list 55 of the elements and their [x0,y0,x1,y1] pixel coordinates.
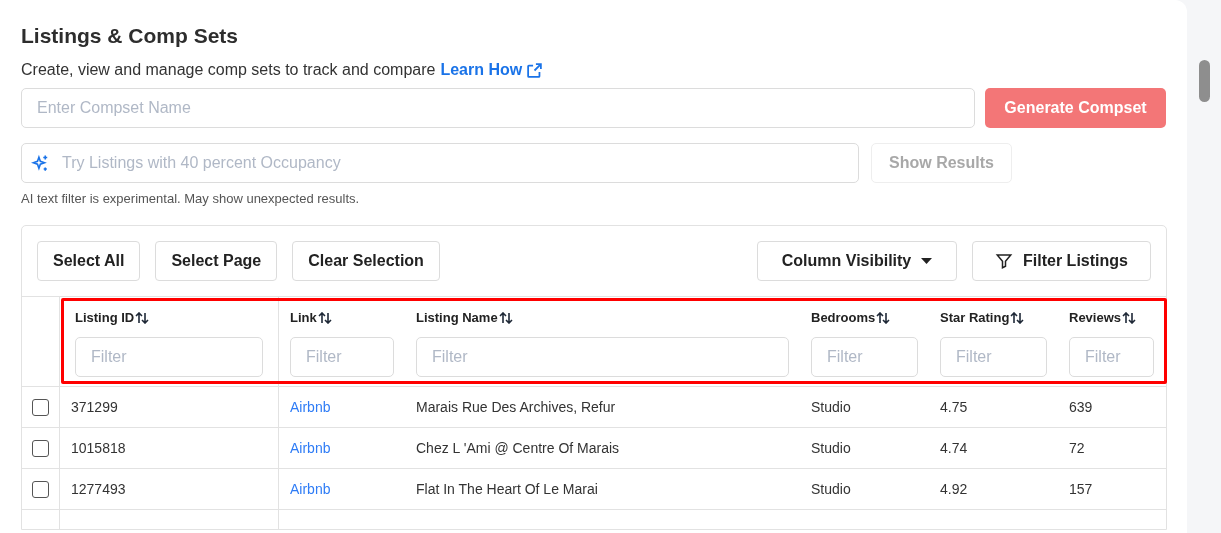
listing-link[interactable]: Airbnb [290,478,331,500]
sort-icon[interactable] [498,312,513,324]
table-cell-text: Studio [811,438,851,458]
row-checkbox[interactable] [32,439,49,457]
table-cell-text: 639 [1069,397,1093,417]
listing-link[interactable]: Airbnb [290,396,331,418]
sort-icon[interactable] [317,312,332,324]
column-filter-field[interactable]: Filter [290,337,394,377]
table-cell-text: 72 [1069,438,1085,458]
sort-icon[interactable] [876,312,891,324]
table-cell-text: Flat In The Heart Of Le Marai [416,479,598,499]
toolbar-button[interactable]: Select All [37,241,141,281]
filter-listings-button[interactable]: Filter Listings [972,241,1151,281]
table-cell-text: Studio [811,479,851,499]
learn-how-link[interactable]: Learn How [440,58,544,82]
page-subtitle: Create, view and manage comp sets to track and compare [21,60,436,80]
column-filter-field[interactable]: Filter [811,337,918,377]
sort-icon[interactable] [1010,312,1025,324]
column-header[interactable]: Link [290,308,317,328]
column-header[interactable]: Star Rating [940,308,1010,328]
table-cell-text: 371299 [71,397,118,417]
column-filter-field[interactable]: Filter [75,337,263,377]
compset-name-field[interactable]: Enter Compset Name [21,88,975,128]
table-cell-text: 4.92 [940,479,968,499]
table-cell-text: 1277493 [71,479,126,499]
column-header[interactable]: Listing Name [416,308,498,328]
ai-filter-field[interactable]: Try Listings with 40 percent Occupancy [21,143,859,183]
column-visibility-button[interactable]: Column Visibility [757,241,957,281]
table-cell-text: Studio [811,397,851,417]
table-cell-text: 1015818 [71,438,126,458]
toolbar-button[interactable]: Clear Selection [292,241,440,281]
sort-icon[interactable] [135,312,150,324]
column-filter-field[interactable]: Filter [416,337,789,377]
page-title: Listings & Comp Sets [21,23,240,49]
table-cell-text: 4.74 [940,438,968,458]
table-cell-text: 157 [1069,479,1093,499]
listing-link[interactable]: Airbnb [290,437,331,459]
table-cell-text: Chez L 'Ami @ Centre Of Marais [416,438,620,458]
filter-icon [995,252,1014,270]
external-link-icon [526,61,544,79]
column-header[interactable]: Listing ID [75,308,135,328]
toolbar-button[interactable]: Select Page [155,241,278,281]
ai-filter-note: AI text filter is experimental. May show unexpected results. [21,191,361,207]
column-header[interactable]: Bedrooms [811,308,876,328]
sort-icon[interactable] [1122,312,1137,324]
table-cell-text: Marais Rue Des Archives, Refur [416,397,616,417]
row-checkbox[interactable] [32,398,49,416]
sparkle-icon [31,154,50,173]
column-filter-field[interactable]: Filter [1069,337,1154,377]
row-checkbox[interactable] [32,480,49,498]
table-cell-text: 4.75 [940,397,968,417]
column-filter-field[interactable]: Filter [940,337,1047,377]
caret-icon [921,258,933,264]
column-header[interactable]: Reviews [1069,308,1122,328]
scrollbar-thumb[interactable] [1198,60,1210,102]
